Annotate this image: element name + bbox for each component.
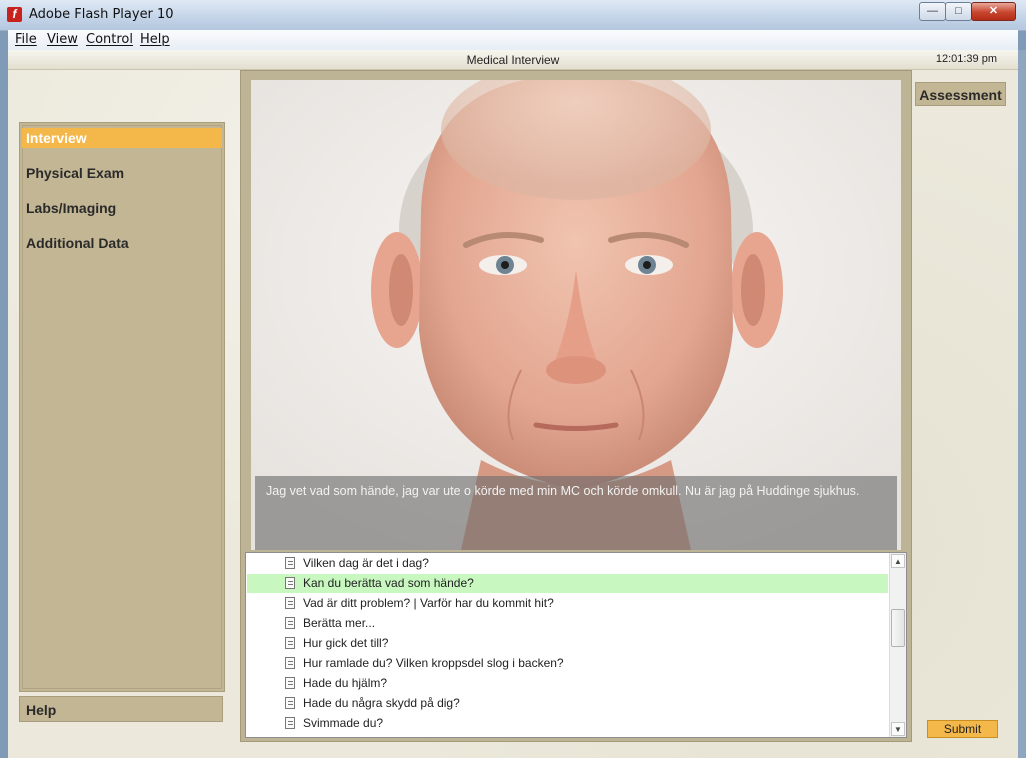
menu-bar: File View Control Help (8, 30, 1018, 51)
question-text: Hur gick det till? (303, 636, 389, 650)
question-item-selected[interactable]: Kan du berätta vad som hände? (247, 574, 888, 593)
question-item[interactable]: Svimmade du? (247, 714, 888, 733)
question-item[interactable]: Vilken dag är det i dag? (247, 554, 888, 573)
patient-photo: Jag vet vad som hände, jag var ute o kör… (251, 80, 901, 550)
question-list-scrollbar[interactable]: ▲ ▼ (889, 553, 906, 737)
document-icon (285, 657, 295, 669)
question-text: Hur ramlade du? Vilken kroppsdel slog i … (303, 656, 564, 670)
scroll-down-icon[interactable]: ▼ (891, 722, 905, 736)
question-item[interactable]: Vad är ditt problem? | Varför har du kom… (247, 594, 888, 613)
question-item[interactable]: Berätta mer... (247, 614, 888, 633)
document-icon (285, 677, 295, 689)
document-icon (285, 697, 295, 709)
window-title: Adobe Flash Player 10 (29, 7, 174, 22)
window-titlebar: f Adobe Flash Player 10 — □ ✕ (0, 0, 1026, 31)
document-icon (285, 617, 295, 629)
menu-help[interactable]: Help (140, 32, 170, 47)
scroll-up-icon[interactable]: ▲ (891, 554, 905, 568)
assessment-button[interactable]: Assessment (915, 82, 1006, 106)
question-text: Kan du berätta vad som hände? (303, 576, 474, 590)
question-text: Hade du några skydd på dig? (303, 696, 460, 710)
menu-file[interactable]: File (15, 32, 37, 47)
window-border (1018, 50, 1026, 758)
maximize-button[interactable]: □ (945, 2, 972, 21)
question-text: Svimmade du? (303, 716, 384, 730)
document-icon (285, 717, 295, 729)
help-button[interactable]: Help (19, 696, 223, 722)
question-list[interactable]: Vilken dag är det i dag? Kan du berätta … (245, 552, 907, 738)
document-icon (285, 577, 295, 589)
minimize-button[interactable]: — (919, 2, 946, 21)
menu-view[interactable]: View (47, 32, 78, 47)
flash-player-icon: f (7, 7, 22, 22)
clock: 12:01:39 pm (935, 53, 997, 65)
question-text: Vilken dag är det i dag? (303, 556, 429, 570)
sidebar-item-additional-data[interactable]: Additional Data (22, 233, 222, 253)
submit-button[interactable]: Submit (927, 720, 998, 738)
sidebar-item-labs-imaging[interactable]: Labs/Imaging (22, 198, 222, 218)
document-icon (285, 597, 295, 609)
subtitle-box: Jag vet vad som hände, jag var ute o kör… (255, 476, 897, 550)
document-icon (285, 557, 295, 569)
question-text: Vad är ditt problem? | Varför har du kom… (303, 596, 554, 610)
sidebar-item-interview[interactable]: Interview (22, 128, 222, 148)
header-bar: Medical Interview 12:01:39 pm (8, 50, 1018, 70)
close-button[interactable]: ✕ (971, 2, 1016, 21)
question-text: Berätta mer... (303, 616, 376, 630)
page-title: Medical Interview (466, 53, 560, 67)
scrollbar-thumb[interactable] (891, 609, 905, 647)
sidebar-item-physical-exam[interactable]: Physical Exam (22, 163, 222, 183)
flash-stage: Medical Interview 12:01:39 pm Interview … (8, 50, 1018, 758)
interview-panel: Jag vet vad som hände, jag var ute o kör… (240, 70, 912, 742)
question-item[interactable]: Hade du några skydd på dig? (247, 694, 888, 713)
question-item[interactable]: Hade du hjälm? (247, 674, 888, 693)
patient-response-text: Jag vet vad som hände, jag var ute o kör… (266, 484, 860, 498)
question-text: Hade du hjälm? (303, 676, 388, 690)
question-item[interactable]: Hur gick det till? (247, 634, 888, 653)
sidebar-nav: Interview Physical Exam Labs/Imaging Add… (19, 122, 225, 692)
document-icon (285, 637, 295, 649)
question-item[interactable]: Hur ramlade du? Vilken kroppsdel slog i … (247, 654, 888, 673)
menu-control[interactable]: Control (86, 32, 133, 47)
